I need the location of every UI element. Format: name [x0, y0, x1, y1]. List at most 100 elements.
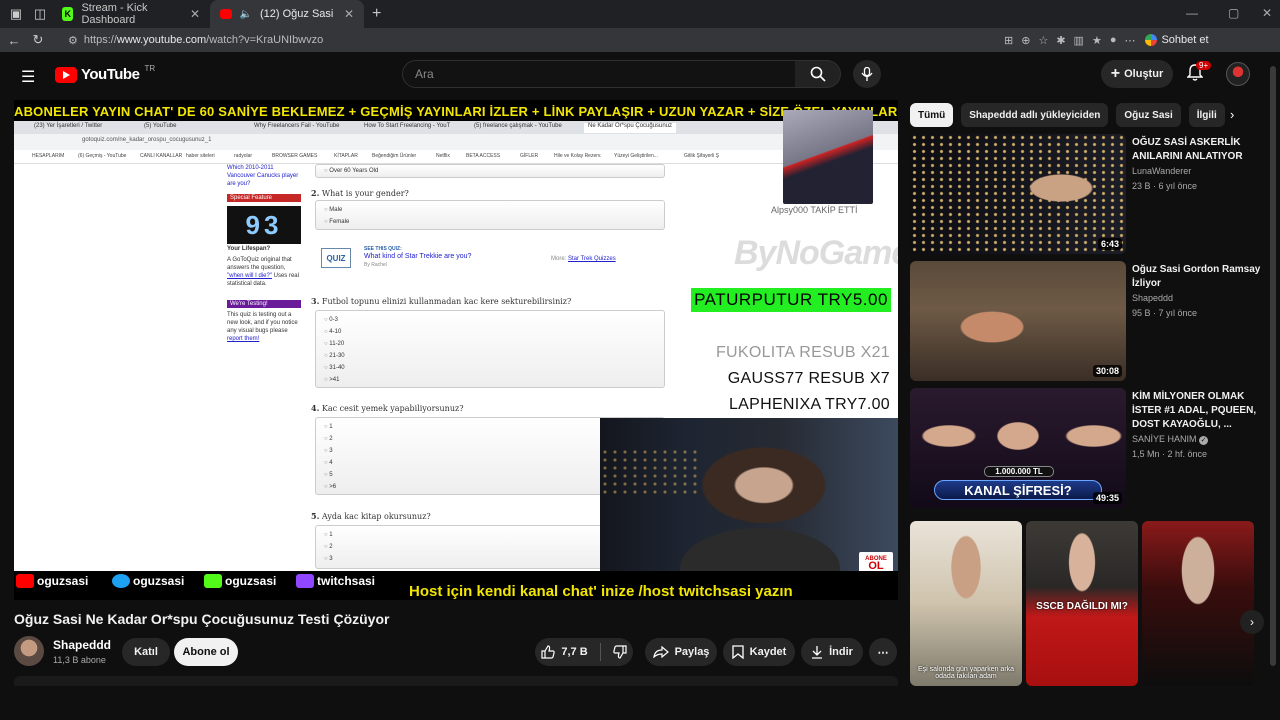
short-item[interactable]: [1142, 521, 1254, 686]
scrollbar-thumb[interactable]: [1270, 66, 1276, 666]
recommendation-item[interactable]: 1.000.000 TL KANAL ŞİFRESİ? 49:35 KİM Mİ…: [910, 388, 1270, 508]
thumbs-down-icon[interactable]: [612, 645, 627, 659]
captured-bookmark: GİFLER: [520, 153, 539, 159]
channel-avatar[interactable]: [14, 636, 44, 666]
question-text: What is your gender?: [321, 189, 409, 198]
duration-badge: 49:35: [1092, 492, 1122, 504]
minimize-icon[interactable]: —: [1186, 6, 1198, 20]
url-field[interactable]: ⚙ https://www.youtube.com/watch?v=KraUNI…: [56, 30, 996, 50]
recommendation-channel[interactable]: LunaWanderer: [1132, 166, 1191, 176]
chevron-right-icon[interactable]: ›: [1230, 107, 1234, 122]
donation-row: FUKOLITA RESUB X21: [715, 344, 890, 361]
short-item[interactable]: SSCB DAĞILDI MI?: [1026, 521, 1138, 686]
channel-name[interactable]: Shapeddd: [53, 638, 111, 652]
search-button[interactable]: [795, 60, 841, 88]
answer-box: 0-3 4-10 11-20 21-30 31-40 >41: [315, 310, 665, 388]
recommendation-item[interactable]: 6:43 OĞUZ SASİ ASKERLİK ANILARINI ANLATI…: [910, 134, 1270, 254]
recommendation-item[interactable]: 30:08 Oğuz Sasi Gordon Ramsay İzliyor Sh…: [910, 261, 1270, 381]
tab-label: Stream - Kick Dashboard: [81, 2, 148, 26]
social-handle: oguzsasi: [37, 574, 89, 588]
voice-search-button[interactable]: [853, 60, 881, 88]
sticker-bottom: OL: [868, 560, 884, 572]
tab-search-icon[interactable]: ▣: [4, 6, 28, 22]
tab-groups-icon[interactable]: ◫: [28, 6, 52, 22]
captured-bookmark: CANLI KANALLAR: [140, 153, 183, 159]
promo-title: What kind of Star Trekkie are you?: [364, 253, 472, 260]
profile-icon[interactable]: ●: [1110, 34, 1117, 46]
plus-icon: +: [1110, 65, 1121, 82]
maximize-icon[interactable]: ▢: [1228, 6, 1239, 20]
video-thumbnail[interactable]: 1.000.000 TL KANAL ŞİFRESİ? 49:35: [910, 388, 1126, 508]
install-app-icon[interactable]: ⊞: [1004, 34, 1013, 47]
reload-icon[interactable]: ↻: [26, 32, 50, 48]
video-player[interactable]: ABONELER YAYIN CHAT' DE 60 SANİYE BEKLEM…: [14, 100, 898, 600]
subscribe-button[interactable]: Abone ol: [174, 638, 238, 666]
streamer-webcam: [600, 418, 898, 586]
donation-row: LAPHENIXA TRY7.00: [728, 396, 890, 413]
recommendation-channel[interactable]: Shapeddd: [1132, 293, 1173, 303]
captured-tab: (5) freelance çalışmak - YouTube: [474, 123, 562, 129]
recommendation-meta: 95 B · 7 yıl önce: [1132, 308, 1198, 318]
copilot-chat-button[interactable]: Sohbet et: [1145, 34, 1209, 46]
share-button[interactable]: Paylaş: [645, 638, 717, 666]
answer-option: 11-20: [316, 338, 664, 350]
page-scrollbar[interactable]: [1269, 56, 1277, 686]
answer-box: Over 60 Years Old: [315, 164, 665, 178]
more-dots-icon: ⋯: [877, 646, 889, 659]
short-caption: Eşi salonda gün yaparken arka odada takı…: [917, 666, 1015, 680]
bookmark-star-icon[interactable]: ☆: [1038, 34, 1048, 47]
recommendation-title[interactable]: Oğuz Sasi Gordon Ramsay İzliyor: [1132, 263, 1266, 291]
channel-label: SANİYE HANIM: [1132, 434, 1197, 444]
recommendation-title[interactable]: KİM MİLYONER OLMAK İSTER #1 ADAL, PQUEEN…: [1132, 390, 1266, 432]
join-button[interactable]: Katıl: [122, 638, 170, 666]
like-dislike-group: 7,7 B: [535, 638, 633, 666]
zoom-icon[interactable]: ⊕: [1021, 34, 1030, 47]
back-icon[interactable]: ←: [2, 33, 26, 48]
tab-label: (12) Oğuz Sasi Ne Kadar Or*s: [260, 8, 336, 20]
recommendation-title[interactable]: OĞUZ SASİ ASKERLİK ANILARINI ANLATIYOR: [1132, 136, 1266, 164]
create-button[interactable]: + Oluştur: [1101, 60, 1173, 88]
like-count[interactable]: 7,7 B: [561, 646, 587, 658]
close-icon[interactable]: ✕: [190, 7, 200, 21]
captured-tab: (23) Yer İşaretleri / Twitter: [34, 123, 103, 129]
testing-description: This quiz is testing out a new look, and…: [227, 311, 301, 343]
captured-bookmark: BROWSER GAMES: [272, 153, 318, 159]
chip-related[interactable]: İlgili: [1188, 103, 1225, 127]
microphone-icon: [861, 67, 873, 81]
save-button[interactable]: Kaydet: [723, 638, 795, 666]
short-item[interactable]: Eşi salonda gün yaparken arka odada takı…: [910, 521, 1022, 686]
new-tab-button[interactable]: +: [364, 5, 389, 23]
question-4: 4. Kac cesit yemek yapabiliyorsunuz?: [311, 403, 463, 413]
video-thumbnail[interactable]: 30:08: [910, 261, 1126, 381]
tab-youtube[interactable]: 🔈 (12) Oğuz Sasi Ne Kadar Or*s ✕: [210, 0, 364, 28]
youtube-logo[interactable]: YouTube TR: [55, 64, 155, 83]
quiz-promo: QUIZ SEE THIS QUIZ: What kind of Star Tr…: [319, 244, 649, 272]
tab-kick-dashboard[interactable]: K Stream - Kick Dashboard ✕: [52, 0, 210, 28]
video-thumbnail[interactable]: 6:43: [910, 134, 1126, 254]
desc-link: "when will I die?": [227, 273, 272, 279]
notifications-button[interactable]: 9+: [1187, 61, 1212, 82]
more-actions-button[interactable]: ⋯: [869, 638, 897, 666]
download-button[interactable]: İndir: [801, 638, 863, 666]
account-avatar[interactable]: [1226, 62, 1250, 86]
recommendation-channel[interactable]: SANİYE HANIM ✓: [1132, 434, 1209, 445]
extensions-icon[interactable]: ✱: [1056, 34, 1065, 47]
youtube-icon: [16, 574, 34, 588]
search-icon: [810, 66, 826, 82]
search-input[interactable]: Ara: [402, 60, 796, 88]
question-text: Ayda kac kitap okursunuz?: [321, 512, 431, 521]
chip-all[interactable]: Tümü: [910, 103, 954, 127]
shorts-next-button[interactable]: ›: [1240, 610, 1264, 634]
close-icon[interactable]: ✕: [344, 7, 354, 21]
favorites-icon[interactable]: ★: [1092, 34, 1102, 47]
quiz-sidebar: Which 2010-2011 Vancouver Canucks player…: [227, 164, 301, 343]
window-close-icon[interactable]: ✕: [1262, 6, 1272, 20]
chip-oguz-sasi[interactable]: Oğuz Sasi: [1116, 103, 1181, 127]
menu-dots-icon[interactable]: ⋯: [1124, 34, 1135, 47]
menu-icon[interactable]: ☰: [21, 67, 35, 87]
search-placeholder: Ara: [415, 67, 434, 81]
chip-uploader[interactable]: Shapeddd adlı yükleyiciden: [961, 103, 1109, 127]
split-view-icon[interactable]: ▥: [1074, 34, 1084, 47]
site-info-icon[interactable]: ⚙: [68, 34, 78, 47]
thumbs-up-icon[interactable]: [541, 645, 556, 659]
